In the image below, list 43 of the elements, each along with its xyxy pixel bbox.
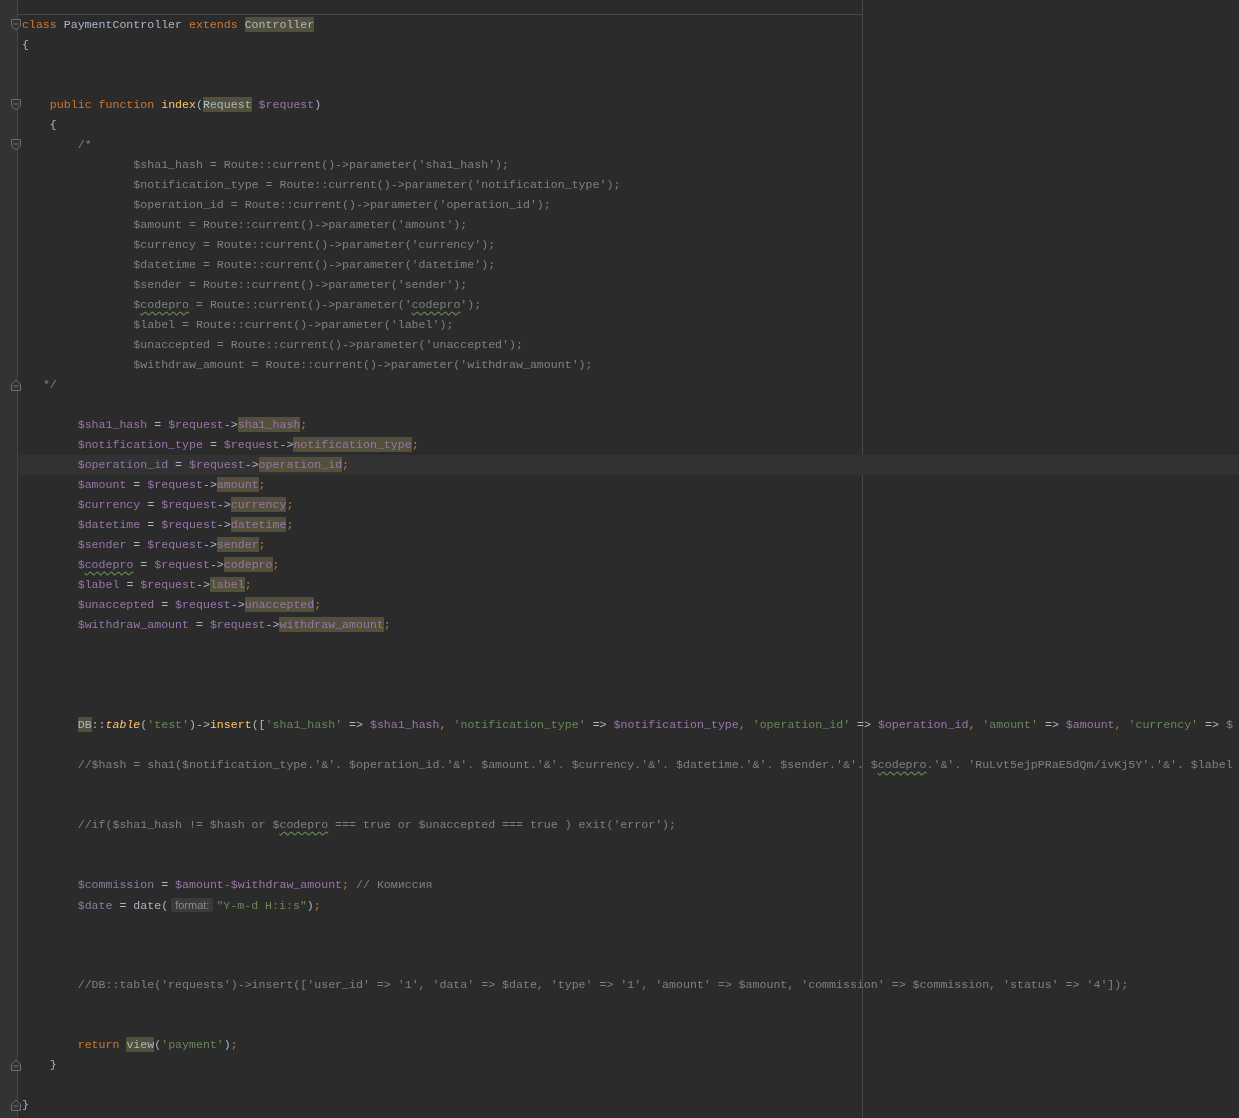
code-line: } xyxy=(48,1057,57,1073)
fold-icon[interactable] xyxy=(11,1059,21,1071)
code-line: DB::table('test')->insert(['sha1_hash' => $sha1_hash, 'notification_type' => $notification_type, 'operation_id' => $operation_id, 'amount' => $amount, 'currency' => $ xyxy=(76,716,1233,734)
code-line: //$hash = sha1($notification_type.'&'. $operation_id.'&'. $amount.'&'. $currency.'&'. $datetime.'&'. $sender.'&'. $codepro.'&'. 'RuLvt5ejpPRaE5dQm/ivKj5Y'.'&'. $label xyxy=(76,757,1233,773)
code-line: $commission = $amount-$withdraw_amount; // Комиссия xyxy=(76,877,433,893)
code-line: $datetime = $request->datetime; xyxy=(76,516,294,534)
code-line: $amount = Route::current()->parameter('amount'); xyxy=(132,217,468,233)
code-line: $currency = Route::current()->parameter('currency'); xyxy=(132,237,496,253)
code-line: /* xyxy=(76,137,92,153)
code-line: $codepro = Route::current()->parameter('codepro'); xyxy=(132,297,482,313)
code-line: return view('payment'); xyxy=(76,1036,238,1054)
code-line: $date = date( format: "Y-m-d H:i:s"); xyxy=(76,896,321,914)
code-line: */ xyxy=(41,377,57,393)
fold-icon[interactable] xyxy=(11,99,21,111)
code-line: $notification_type = Route::current()->parameter('notification_type'); xyxy=(132,177,621,193)
code-line: $currency = $request->currency; xyxy=(76,496,294,514)
code-line: $sha1_hash = $request->sha1_hash; xyxy=(76,416,308,434)
code-line: //DB::table('requests')->insert(['user_id' => '1', 'data' => $date, 'type' => '1', 'amount' => $amount, 'commission' => $commission, 'status' => '4']); xyxy=(76,977,1129,993)
code-line: $label = $request->label; xyxy=(76,576,252,594)
code-line: $withdraw_amount = Route::current()->parameter('withdraw_amount'); xyxy=(132,357,593,373)
code-line: { xyxy=(22,37,29,53)
code-line: $sender = $request->sender; xyxy=(76,536,266,554)
code-line: $notification_type = $request->notification_type; xyxy=(76,436,419,454)
code-line: $withdraw_amount = $request->withdraw_amount; xyxy=(76,616,391,634)
fold-icon[interactable] xyxy=(11,379,21,391)
fold-icon[interactable] xyxy=(11,1099,21,1111)
code-line: { xyxy=(48,117,57,133)
code-line: $operation_id = Route::current()->parameter('operation_id'); xyxy=(132,197,551,213)
code-line: $label = Route::current()->parameter('label'); xyxy=(132,317,454,333)
fold-icon[interactable] xyxy=(11,19,21,31)
code-line: $sender = Route::current()->parameter('sender'); xyxy=(132,277,468,293)
code-line: $sha1_hash = Route::current()->parameter('sha1_hash'); xyxy=(132,157,510,173)
code-line: $operation_id = $request->operation_id; xyxy=(76,456,350,474)
fold-icon[interactable] xyxy=(11,139,21,151)
code-line: public function index(Request $request) xyxy=(48,96,322,114)
code-line: $unaccepted = Route::current()->parameter('unaccepted'); xyxy=(132,337,523,353)
code-line: $amount = $request->amount; xyxy=(76,476,266,494)
code-line: $datetime = Route::current()->parameter('datetime'); xyxy=(132,257,496,273)
code-line: } xyxy=(22,1097,29,1113)
code-line: $codepro = $request->codepro; xyxy=(76,556,280,574)
code-line: $unaccepted = $request->unaccepted; xyxy=(76,596,322,614)
code-line: class PaymentController extends Controller xyxy=(22,16,315,34)
code-line: //if($sha1_hash != $hash or $codepro === true or $unaccepted === true ) exit('error'); xyxy=(76,817,677,833)
